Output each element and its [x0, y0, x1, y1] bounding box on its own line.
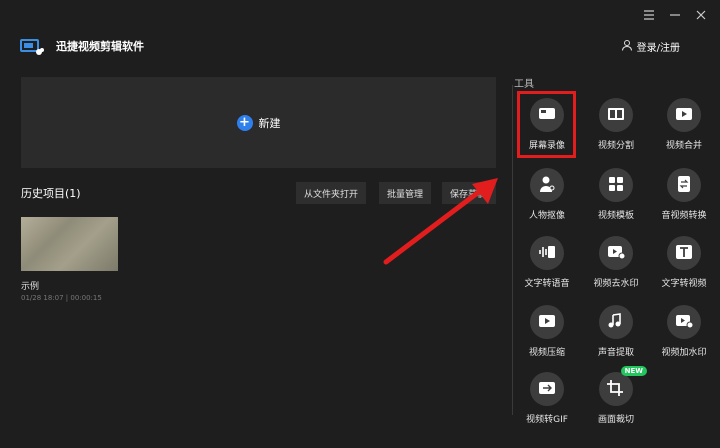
tool-text-to-video[interactable]: 文字转视频: [648, 236, 720, 300]
tool-label: 视频转GIF: [526, 415, 568, 425]
new-project-label: 新建: [258, 116, 281, 130]
history-title: 历史项目(1): [21, 187, 81, 200]
user-icon: [621, 39, 633, 54]
tool-remove-watermark[interactable]: 视频去水印: [580, 236, 652, 300]
tool-label: 文字转视频: [661, 279, 707, 289]
tool-label: 视频去水印: [593, 279, 639, 289]
minimize-icon[interactable]: [668, 8, 682, 22]
person-cutout-icon: [537, 175, 557, 196]
tool-label: 视频合并: [665, 141, 702, 151]
tool-label: 视频压缩: [528, 348, 565, 358]
tool-label: 视频分割: [597, 141, 634, 151]
text-to-video-icon: [674, 243, 694, 264]
tools-title: 工具: [514, 79, 534, 90]
tool-label: 视频模板: [597, 211, 634, 221]
text-to-speech-icon: [537, 243, 557, 264]
video-split-icon: [606, 105, 626, 126]
project-meta: 01/28 18:07 | 00:00:15: [21, 294, 102, 302]
tool-label: 视频加水印: [661, 348, 707, 358]
app-title: 迅捷视频剪辑软件: [56, 40, 144, 53]
tool-video-merge[interactable]: 视频合并: [648, 98, 720, 162]
tool-video-template[interactable]: 视频模板: [580, 168, 652, 232]
audio-extract-icon: [606, 312, 626, 333]
tool-label: 声音提取: [597, 348, 634, 358]
login-label: 登录/注册: [636, 43, 680, 54]
tool-video-to-gif[interactable]: 视频转GIF: [511, 372, 583, 436]
tool-av-convert[interactable]: 音视频转换: [648, 168, 720, 232]
project-thumbnail[interactable]: [21, 217, 118, 271]
av-convert-icon: [674, 175, 694, 196]
crop-icon: [606, 379, 626, 400]
project-name: 示例: [21, 282, 40, 292]
menu-icon[interactable]: [642, 8, 656, 22]
highlight-box: [517, 91, 576, 158]
tool-label: 人物抠像: [528, 211, 565, 221]
new-project-panel[interactable]: + 新建: [21, 77, 496, 168]
tool-label: 文字转语音: [524, 279, 570, 289]
tool-video-split[interactable]: 视频分割: [580, 98, 652, 162]
add-watermark-icon: [674, 312, 694, 333]
video-template-icon: [606, 175, 626, 196]
tool-add-watermark[interactable]: 视频加水印: [648, 305, 720, 369]
tool-audio-extract[interactable]: 声音提取: [580, 305, 652, 369]
video-merge-icon: [674, 105, 694, 126]
close-icon[interactable]: [694, 8, 708, 22]
new-badge: NEW: [620, 366, 647, 376]
login-button[interactable]: 登录/注册: [621, 39, 680, 54]
annotation-arrow: [380, 170, 510, 270]
app-logo: [20, 38, 44, 56]
window-controls: [642, 8, 708, 22]
tool-crop[interactable]: NEW 画面裁切: [580, 366, 652, 436]
video-compress-icon: [537, 312, 557, 333]
tool-person-cutout[interactable]: 人物抠像: [511, 168, 583, 232]
remove-watermark-icon: [606, 243, 626, 264]
video-to-gif-icon: [537, 379, 557, 400]
tool-label: 画面裁切: [597, 415, 634, 425]
tool-video-compress[interactable]: 视频压缩: [511, 305, 583, 369]
tool-text-to-speech[interactable]: 文字转语音: [511, 236, 583, 300]
plus-icon: +: [236, 114, 253, 131]
tool-label: 音视频转换: [661, 211, 707, 221]
open-folder-button[interactable]: 从文件夹打开: [296, 182, 367, 204]
